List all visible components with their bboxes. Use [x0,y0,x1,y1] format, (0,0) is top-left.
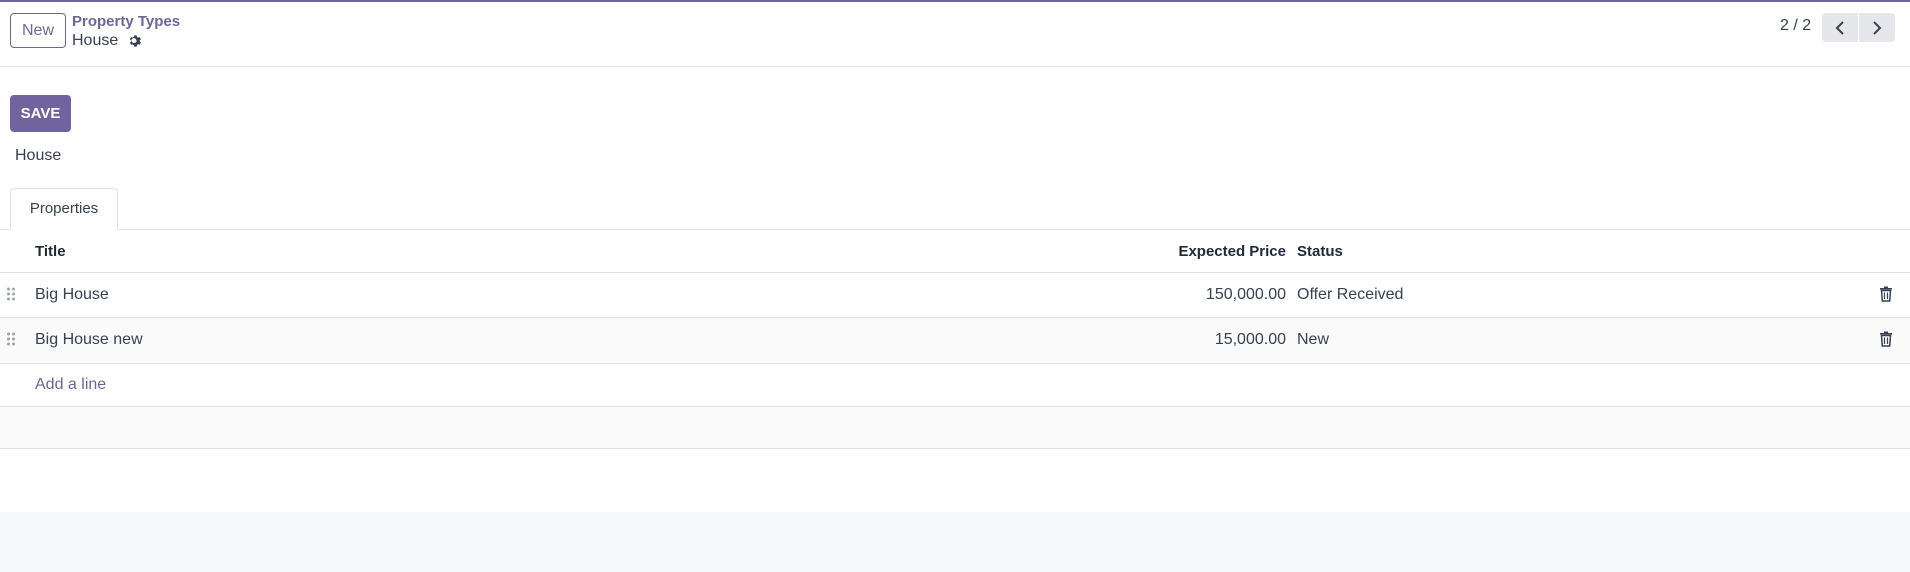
breadcrumb-current-label: House [72,32,119,49]
drag-handle-icon[interactable] [6,331,16,347]
drag-handle-icon[interactable] [6,286,16,302]
pager-value: 2 / 2 [1780,17,1812,34]
column-header-title[interactable]: Title [35,243,66,260]
add-line-link[interactable]: Add a line [35,376,106,394]
pager-next-button[interactable] [1859,13,1895,42]
cell-title[interactable]: Big House [35,286,109,304]
cell-expected-price[interactable]: 15,000.00 [1086,331,1286,349]
column-header-expected-price[interactable]: Expected Price [1086,243,1286,260]
control-panel: New Property Types House 2 / 2 [0,2,1910,67]
record-name-field[interactable]: House [15,147,61,165]
breadcrumb-parent-link[interactable]: Property Types [72,13,180,30]
cell-status[interactable]: New [1297,331,1329,349]
row-divider [0,363,1910,364]
column-header-status[interactable]: Status [1297,243,1343,260]
chevron-left-icon [1835,20,1844,35]
header-divider [0,272,1910,273]
trash-icon[interactable] [1879,331,1893,347]
tab-properties[interactable]: Properties [10,188,118,230]
chevron-right-icon [1873,20,1882,35]
table-row-background [0,318,1910,363]
breadcrumb-current: House [72,32,142,50]
pager-previous-button[interactable] [1822,13,1858,42]
form-view: New Property Types House 2 / 2 SAVE Hous… [0,0,1910,572]
cell-title[interactable]: Big House new [35,331,143,349]
new-button[interactable]: New [10,13,66,48]
gear-icon[interactable] [128,34,142,48]
cell-expected-price[interactable]: 150,000.00 [1086,286,1286,304]
table-empty-row [0,407,1910,448]
table-bottom-border [0,448,1910,449]
tab-strip-border [0,229,1910,230]
cell-status[interactable]: Offer Received [1297,286,1403,304]
trash-icon[interactable] [1879,286,1893,302]
save-button[interactable]: SAVE [10,95,71,132]
